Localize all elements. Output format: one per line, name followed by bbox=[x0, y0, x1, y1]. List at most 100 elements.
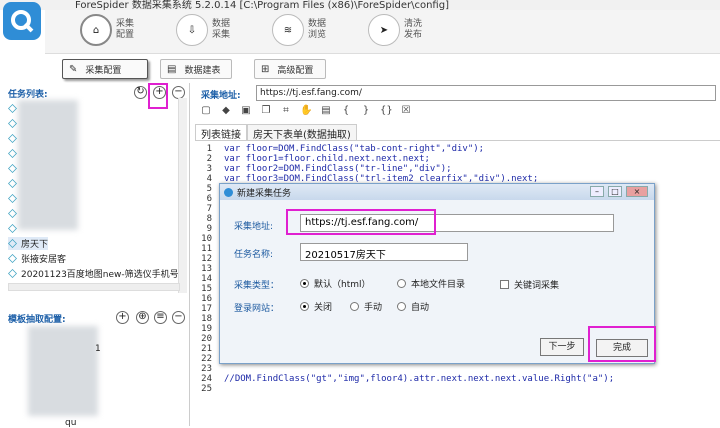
subtab-advanced[interactable]: ⊞ 高级配置 bbox=[254, 59, 326, 79]
login-off-radio[interactable]: 关闭 bbox=[300, 300, 332, 313]
url-input[interactable]: https://tj.esf.fang.com/ bbox=[256, 85, 716, 101]
eraser-icon[interactable]: ◆ bbox=[220, 105, 232, 117]
editor-tabs: 列表链接 房天下表单(数据抽取) bbox=[195, 124, 357, 141]
login-auto-radio[interactable]: 自动 bbox=[397, 300, 429, 313]
line-number: 6 bbox=[206, 194, 212, 204]
code-line: var floor1=floor.child.next.next.next; bbox=[224, 154, 430, 164]
radio-label: 关闭 bbox=[314, 303, 333, 313]
layers-icon: ≋ bbox=[272, 14, 304, 46]
line-number: 14 bbox=[201, 274, 212, 284]
task-item-selected[interactable]: 房天下 bbox=[8, 237, 49, 250]
subtab-data-table[interactable]: ▤ 数据建表 bbox=[160, 59, 232, 79]
subtab-collect-config[interactable]: ✎ 采集配置 bbox=[62, 59, 148, 79]
task-label: 张掖安居客 bbox=[21, 255, 67, 265]
database-icon[interactable]: ≡ bbox=[154, 311, 167, 324]
task-item[interactable] bbox=[8, 117, 21, 130]
expand-icon[interactable]: ⊕ bbox=[136, 311, 149, 324]
task-name-input[interactable]: 20210517房天下 bbox=[300, 243, 468, 261]
line-number: 5 bbox=[206, 184, 212, 194]
keyword-checkbox[interactable]: 关键词采集 bbox=[500, 278, 559, 291]
dialog-titlebar: 新建采集任务 bbox=[220, 184, 654, 200]
dialog-title: 新建采集任务 bbox=[237, 188, 292, 199]
line-number: 9 bbox=[206, 224, 212, 234]
tree-node[interactable]: 1 bbox=[95, 344, 101, 354]
task-icon bbox=[8, 209, 17, 218]
task-icon bbox=[8, 194, 17, 203]
line-number: 24 bbox=[201, 374, 212, 384]
tab-form-extract[interactable]: 房天下表单(数据抽取) bbox=[247, 124, 357, 141]
maximize-icon[interactable]: □ bbox=[608, 186, 622, 197]
highlight-add bbox=[148, 83, 168, 109]
code-line-comment: //DOM.FindClass("gt","img",floor4).attr.… bbox=[224, 374, 615, 384]
refresh-icon[interactable]: ↻ bbox=[134, 86, 147, 99]
tab-clean-publish[interactable]: ➤ 清洗 发布 bbox=[368, 12, 428, 48]
task-icon bbox=[8, 224, 17, 233]
login-label: 登录网站： bbox=[234, 304, 280, 314]
dialog-url-label: 采集地址: bbox=[234, 222, 274, 232]
crop-icon[interactable]: ⌗ bbox=[280, 105, 292, 117]
brace-left-icon[interactable]: { bbox=[340, 105, 352, 117]
hand-icon[interactable]: ✋ bbox=[300, 105, 312, 117]
task-icon bbox=[8, 164, 17, 173]
next-button[interactable]: 下一步 bbox=[540, 338, 584, 356]
tab-label: 数据 采集 bbox=[212, 19, 231, 40]
radio-label: 手动 bbox=[364, 303, 383, 313]
add-template-button[interactable]: + bbox=[116, 311, 129, 324]
new-task-dialog: 新建采集任务 – □ × 采集地址: https://tj.esf.fang.c… bbox=[219, 183, 656, 364]
task-icon bbox=[8, 104, 17, 113]
task-label: 房天下 bbox=[21, 240, 49, 250]
page-icon[interactable]: ▤ bbox=[320, 105, 332, 117]
close-icon[interactable]: × bbox=[626, 186, 648, 197]
line-number: 1 bbox=[206, 144, 212, 154]
edit-icon: ✎ bbox=[69, 63, 78, 75]
task-item[interactable] bbox=[8, 162, 21, 175]
tab-label: 采集 配置 bbox=[116, 19, 135, 40]
brace-pair-icon[interactable]: {} bbox=[380, 105, 393, 117]
task-item[interactable] bbox=[8, 102, 21, 115]
task-item[interactable] bbox=[8, 222, 21, 235]
task-item[interactable] bbox=[8, 177, 21, 190]
task-item[interactable] bbox=[8, 147, 21, 160]
task-item[interactable]: 张掖安居客 bbox=[8, 252, 66, 265]
tab-collect-config[interactable]: ⌂ 采集 配置 bbox=[80, 12, 140, 48]
close-icon[interactable]: ☒ bbox=[400, 105, 412, 117]
task-item[interactable] bbox=[8, 132, 21, 145]
table-icon: ▤ bbox=[167, 63, 177, 75]
task-list-scrollbar[interactable] bbox=[178, 98, 187, 293]
blurred-template-tree bbox=[28, 326, 98, 416]
minimize-icon[interactable]: – bbox=[590, 186, 604, 197]
brace-right-icon[interactable]: } bbox=[360, 105, 372, 117]
task-icon bbox=[8, 254, 17, 263]
line-number: 23 bbox=[201, 364, 212, 374]
tree-node[interactable]: qu bbox=[65, 418, 76, 428]
tab-data-collect[interactable]: ⇩ 数据 采集 bbox=[176, 12, 236, 48]
tab-list-link[interactable]: 列表链接 bbox=[195, 124, 247, 141]
line-number: 17 bbox=[201, 304, 212, 314]
login-manual-radio[interactable]: 手动 bbox=[350, 300, 382, 313]
type-default-radio[interactable]: 默认（html） bbox=[300, 277, 371, 290]
editor-toolbar: ▢ ◆ ▣ ❐ ⌗ ✋ ▤ { } {} ☒ bbox=[200, 105, 412, 121]
template-title: 模板抽取配置: bbox=[8, 315, 66, 325]
horizontal-scrollbar[interactable] bbox=[8, 283, 180, 291]
type-label: 采集类型： bbox=[234, 281, 280, 291]
task-label: 20201123百度地图new-筛选仪手机号 bbox=[21, 270, 179, 280]
task-item[interactable] bbox=[8, 207, 21, 220]
blurred-tasks bbox=[18, 100, 78, 230]
task-item[interactable] bbox=[8, 192, 21, 205]
new-file-icon[interactable]: ▢ bbox=[200, 105, 212, 117]
task-item[interactable]: 20201123百度地图new-筛选仪手机号 bbox=[8, 267, 179, 280]
line-number: 18 bbox=[201, 314, 212, 324]
type-local-radio[interactable]: 本地文件目录 bbox=[397, 277, 465, 290]
task-icon bbox=[8, 149, 17, 158]
save-icon[interactable]: ▣ bbox=[240, 105, 252, 117]
line-number: 25 bbox=[201, 384, 212, 394]
copy-icon[interactable]: ❐ bbox=[260, 105, 272, 117]
download-icon: ⇩ bbox=[176, 14, 208, 46]
subtab-label: 数据建表 bbox=[184, 65, 221, 76]
highlight-url bbox=[286, 209, 436, 235]
subtab-label: 高级配置 bbox=[277, 65, 314, 76]
remove-template-button[interactable]: − bbox=[172, 311, 185, 324]
line-number: 4 bbox=[206, 174, 212, 184]
tab-data-browse[interactable]: ≋ 数据 浏览 bbox=[272, 12, 332, 48]
tab-label: 清洗 发布 bbox=[404, 19, 423, 40]
